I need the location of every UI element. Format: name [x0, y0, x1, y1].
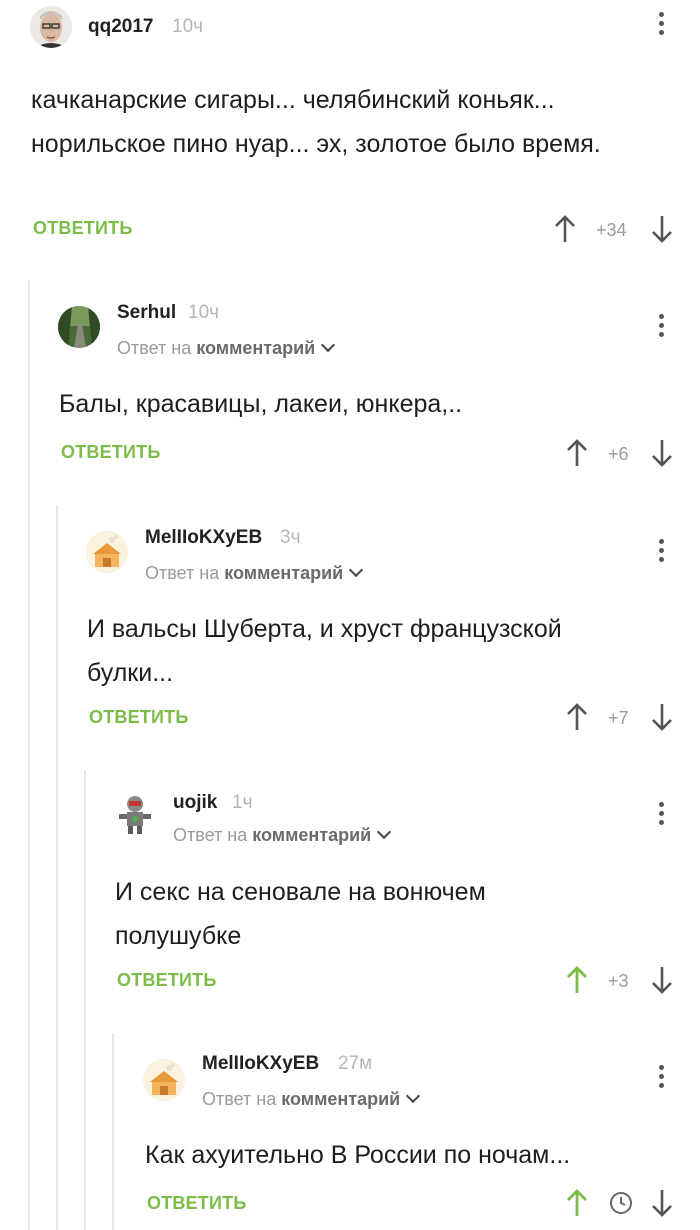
comment-text: И вальсы Шуберта, и хруст французской бу…	[87, 615, 562, 687]
timestamp: 27м	[338, 1053, 373, 1074]
reply-target[interactable]: комментарий	[196, 338, 315, 358]
upvote-arrow-icon[interactable]	[565, 1188, 589, 1218]
downvote-arrow-icon[interactable]	[650, 965, 674, 995]
more-options-icon[interactable]	[656, 12, 666, 40]
reply-prefix: Ответ на	[173, 825, 248, 845]
avatar[interactable]	[30, 6, 72, 48]
comment-5: MelIIoKXyEB 27м Ответ на комментарий Как…	[0, 1043, 700, 1230]
clock-icon	[610, 1192, 632, 1214]
username[interactable]: MelIIoKXyEB	[145, 527, 262, 549]
username[interactable]: MelIIoKXyEB	[202, 1053, 319, 1075]
upvote-arrow-icon[interactable]	[565, 965, 589, 995]
avatar[interactable]	[86, 531, 128, 573]
comment-text: Балы, красавицы, лакеи, юнкера,..	[59, 390, 463, 418]
chevron-down-icon[interactable]	[377, 824, 392, 840]
reply-button[interactable]: ОТВЕТИТЬ	[61, 442, 160, 463]
rating-count: +34	[596, 220, 627, 240]
reply-button[interactable]: ОТВЕТИТЬ	[89, 707, 188, 728]
avatar[interactable]	[114, 792, 156, 834]
downvote-arrow-icon[interactable]	[650, 702, 674, 732]
rating-count: +3	[608, 971, 629, 991]
chevron-down-icon[interactable]	[321, 337, 336, 353]
reply-button[interactable]: ОТВЕТИТЬ	[147, 1193, 246, 1214]
reply-button[interactable]: ОТВЕТИТЬ	[33, 218, 132, 239]
username[interactable]: Serhul	[117, 302, 176, 324]
timestamp: 3ч	[280, 527, 301, 548]
more-options-icon[interactable]	[656, 539, 666, 567]
timestamp: 1ч	[232, 792, 253, 813]
comment-text: качканарские сигары... челябинский конья…	[31, 86, 601, 158]
more-options-icon[interactable]	[656, 1065, 666, 1093]
comment-text: И секс на сеновале на вонючем полушубке	[115, 878, 486, 950]
upvote-arrow-icon[interactable]	[565, 438, 589, 468]
chevron-down-icon[interactable]	[349, 562, 364, 578]
rating-count: +7	[608, 708, 629, 728]
more-options-icon[interactable]	[656, 314, 666, 342]
upvote-arrow-icon[interactable]	[553, 214, 577, 244]
upvote-arrow-icon[interactable]	[565, 702, 589, 732]
downvote-arrow-icon[interactable]	[650, 214, 674, 244]
reply-prefix: Ответ на	[117, 338, 192, 358]
rating-count: +6	[608, 444, 629, 464]
comment-2: Serhul 10ч Ответ на комментарий Балы, кр…	[0, 290, 700, 490]
more-options-icon[interactable]	[656, 802, 666, 830]
reply-prefix: Ответ на	[202, 1089, 277, 1109]
reply-target[interactable]: комментарий	[252, 825, 371, 845]
timestamp: 10ч	[188, 302, 220, 323]
comment-text: Как ахуительно В России по ночам...	[145, 1141, 571, 1169]
timestamp: 10ч	[172, 16, 204, 37]
comment-1: qq2017 10ч качканарские сигары... челяби…	[0, 0, 700, 260]
downvote-arrow-icon[interactable]	[650, 1188, 674, 1218]
avatar[interactable]	[58, 306, 100, 348]
comment-3: MelIIoKXyEB 3ч Ответ на комментарий И ва…	[0, 515, 700, 755]
reply-target[interactable]: комментарий	[224, 563, 343, 583]
downvote-arrow-icon[interactable]	[650, 438, 674, 468]
comment-4: uojik 1ч Ответ на комментарий И секс на …	[0, 780, 700, 1020]
reply-to-label[interactable]: Ответ на комментарий	[145, 562, 364, 584]
username[interactable]: uojik	[173, 792, 217, 814]
reply-to-label[interactable]: Ответ на комментарий	[202, 1088, 421, 1110]
reply-to-label[interactable]: Ответ на комментарий	[173, 824, 392, 846]
reply-target[interactable]: комментарий	[281, 1089, 400, 1109]
reply-to-label[interactable]: Ответ на комментарий	[117, 337, 336, 359]
username[interactable]: qq2017	[88, 16, 153, 38]
avatar[interactable]	[143, 1059, 185, 1101]
chevron-down-icon[interactable]	[406, 1088, 421, 1104]
reply-button[interactable]: ОТВЕТИТЬ	[117, 970, 216, 991]
reply-prefix: Ответ на	[145, 563, 220, 583]
